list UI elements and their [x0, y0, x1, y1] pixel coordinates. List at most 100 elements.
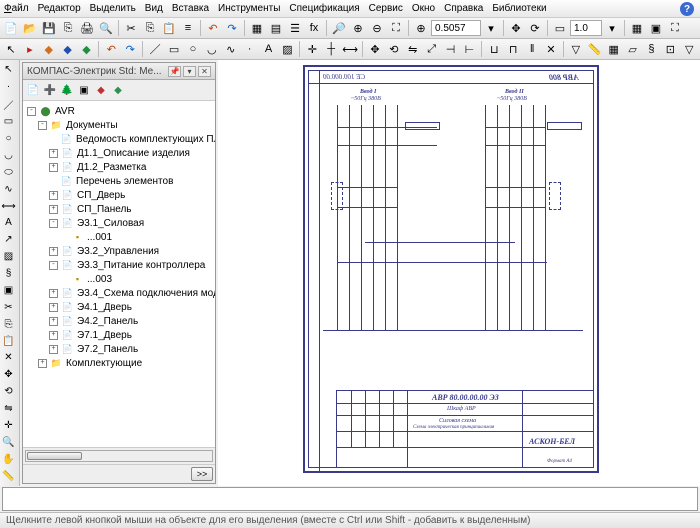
tree-docs[interactable]: -📁Документы	[23, 118, 215, 132]
table-icon[interactable]: ▦	[605, 40, 623, 58]
panel-grn-icon[interactable]: ◆	[110, 82, 126, 98]
vt-dim-icon[interactable]: ⟷	[0, 198, 17, 214]
panel-tree-icon[interactable]: 🌲	[59, 82, 75, 98]
coord-step-icon[interactable]: ▾	[482, 19, 500, 37]
paste-icon[interactable]: 📋	[160, 19, 178, 37]
panel-go-button[interactable]: >>	[191, 467, 213, 481]
red-flag-icon[interactable]: ▸	[21, 40, 39, 58]
note-icon[interactable]: ▱	[624, 40, 642, 58]
refresh-icon[interactable]: ⟳	[526, 19, 544, 37]
menu-help[interactable]: Справка	[444, 3, 483, 14]
zoomin-icon[interactable]: ⊖	[368, 19, 386, 37]
panel-add-icon[interactable]: ➕	[42, 82, 58, 98]
green-icon[interactable]: ◆	[78, 40, 96, 58]
break-icon[interactable]: ⊓	[504, 40, 522, 58]
tree-components[interactable]: +📁Комплектующие	[23, 356, 215, 370]
tree-item-6[interactable]: +📄СП_Панель	[23, 202, 215, 216]
tree-item-9a[interactable]: ▪...003	[23, 272, 215, 286]
join-icon[interactable]: ⊔	[485, 40, 503, 58]
vt-line-icon[interactable]: ／	[0, 96, 17, 113]
tree-item-9[interactable]: -📄Э3.3_Питание контроллера	[23, 258, 215, 272]
command-panel[interactable]	[2, 487, 698, 511]
vt-arc-icon[interactable]: ◡	[0, 148, 17, 164]
menu-spec[interactable]: Спецификация	[289, 3, 359, 14]
rotate-icon[interactable]: ⟲	[385, 40, 403, 58]
move-icon[interactable]: ✥	[366, 40, 384, 58]
tree-item-11[interactable]: +📄Э4.1_Дверь	[23, 300, 215, 314]
rect-icon[interactable]: ▭	[165, 40, 183, 58]
cross-icon[interactable]: ✛	[303, 40, 321, 58]
tol-icon[interactable]: ⊡	[661, 40, 679, 58]
line-icon[interactable]: ／	[146, 40, 164, 58]
find-icon[interactable]: 🔎	[330, 19, 348, 37]
offset-icon[interactable]: ‖	[523, 40, 541, 58]
vt-ellipse-icon[interactable]: ⬭	[0, 164, 17, 180]
vt-spline-icon[interactable]: ∿	[0, 181, 17, 197]
tree-root[interactable]: -⬤AVR	[23, 104, 215, 118]
zoom-icon[interactable]: ⊕	[349, 19, 367, 37]
vt-select-icon[interactable]: ↖	[0, 62, 17, 78]
surf-icon[interactable]: ▽	[680, 40, 698, 58]
tree-item-5[interactable]: +📄СП_Дверь	[23, 188, 215, 202]
saveall-icon[interactable]: ⎘	[59, 19, 77, 37]
vt-circle-icon[interactable]: ○	[0, 131, 17, 147]
menu-select[interactable]: Выделить	[90, 3, 136, 14]
vt-zoom-icon[interactable]: 🔍	[0, 434, 17, 450]
arc-icon[interactable]: ◡	[203, 40, 221, 58]
grid-icon[interactable]: ▦	[628, 19, 646, 37]
script-icon[interactable]: fx	[305, 19, 323, 37]
tree-item-12[interactable]: +📄Э4.2_Панель	[23, 314, 215, 328]
new-icon[interactable]: 📄	[2, 19, 20, 37]
vt-move-icon[interactable]: ✥	[0, 367, 17, 383]
preview-icon[interactable]: 🔍	[97, 19, 115, 37]
point-icon[interactable]: ·	[241, 40, 259, 58]
scale2-icon[interactable]: ⤢	[423, 40, 441, 58]
filter-icon[interactable]: ▽	[567, 40, 585, 58]
scale-field[interactable]: 1.0	[570, 20, 602, 36]
vt-rect-icon[interactable]: ▭	[0, 114, 17, 130]
page-icon[interactable]: ▭	[551, 19, 569, 37]
panel-close-icon[interactable]: ✕	[198, 66, 211, 77]
panel-item-icon[interactable]: ▣	[76, 82, 92, 98]
vt-point-icon[interactable]: ·	[0, 79, 17, 95]
delete-icon[interactable]: ✕	[542, 40, 560, 58]
tree-icon[interactable]: ☰	[286, 19, 304, 37]
tree-item-7[interactable]: -📄Э3.1_Силовая	[23, 216, 215, 230]
extend-icon[interactable]: ⊢	[460, 40, 478, 58]
help-icon[interactable]: ?	[680, 2, 694, 16]
vt-leader-icon[interactable]: ↗	[0, 232, 17, 248]
text-icon[interactable]: A	[260, 40, 278, 58]
trim-icon[interactable]: ⊣	[442, 40, 460, 58]
menu-service[interactable]: Сервис	[369, 3, 403, 14]
target-icon[interactable]: ⊕	[412, 19, 430, 37]
vt-mirror-icon[interactable]: ⇋	[0, 401, 17, 417]
orange-icon[interactable]: ◆	[40, 40, 58, 58]
pan-icon[interactable]: ✥	[507, 19, 525, 37]
open-icon[interactable]: 📂	[21, 19, 39, 37]
scale-step-icon[interactable]: ▾	[603, 19, 621, 37]
project-tree[interactable]: -⬤AVR -📁Документы 📄Ведомость комплектующ…	[23, 101, 215, 447]
vt-paste-icon[interactable]: 📋	[0, 333, 17, 349]
cut-icon[interactable]: ✂	[122, 19, 140, 37]
axis-icon[interactable]: ┼	[322, 40, 340, 58]
menu-libs[interactable]: Библиотеки	[492, 3, 546, 14]
tree-item-2[interactable]: +📄Д1.1_Описание изделия	[23, 146, 215, 160]
vt-block-icon[interactable]: ▣	[0, 283, 17, 299]
panel-new-icon[interactable]: 📄	[25, 82, 41, 98]
circle-icon[interactable]: ○	[184, 40, 202, 58]
vt-symbol-icon[interactable]: §	[0, 266, 17, 282]
mirror-icon[interactable]: ⇋	[404, 40, 422, 58]
coord-field[interactable]: 0.5057	[431, 20, 481, 36]
cursor-icon[interactable]: ↖	[2, 40, 20, 58]
sheets-icon[interactable]: ▦	[248, 19, 266, 37]
tree-item-8[interactable]: +📄Э3.2_Управления	[23, 244, 215, 258]
vt-hatch-icon[interactable]: ▨	[0, 249, 17, 265]
spline-icon[interactable]: ∿	[222, 40, 240, 58]
vt-copy-icon[interactable]: ⎘	[0, 316, 17, 332]
menu-editor[interactable]: Редактор	[38, 3, 81, 14]
vt-rot-icon[interactable]: ⟲	[0, 384, 17, 400]
fullscreen-icon[interactable]: ⛶	[666, 19, 684, 37]
vt-del-icon[interactable]: ✕	[0, 350, 17, 366]
layers-icon[interactable]: ▤	[267, 19, 285, 37]
zoomfit-icon[interactable]: ⛶	[387, 19, 405, 37]
